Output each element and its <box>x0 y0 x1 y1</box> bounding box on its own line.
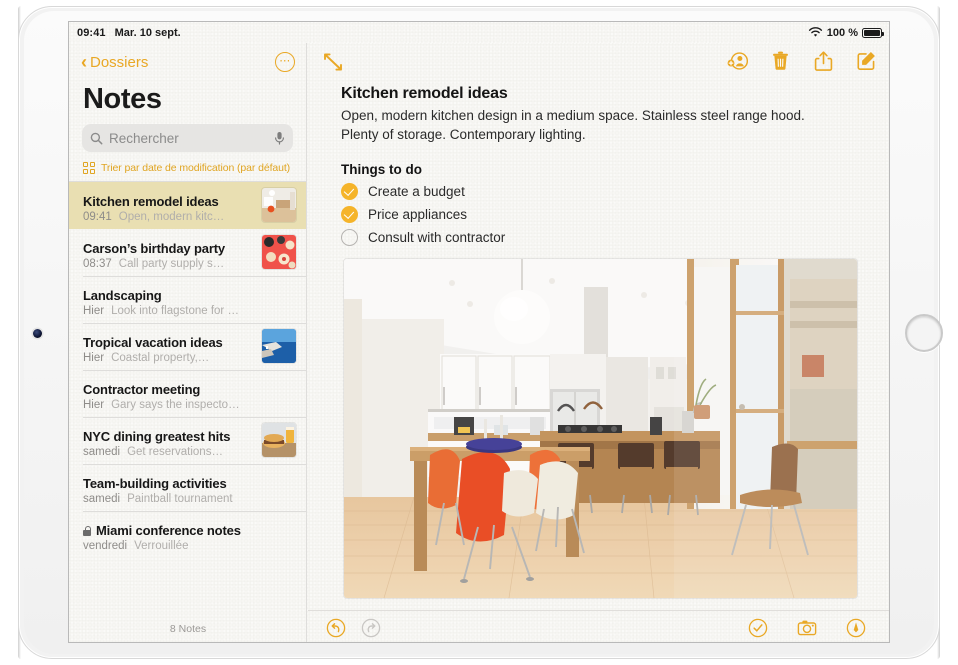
bottom-toolbar <box>308 610 889 642</box>
note-date: vendredi <box>83 540 128 552</box>
checkbox-checked-icon[interactable] <box>341 206 358 223</box>
note-content: Kitchen remodel ideas Open, modern kitch… <box>308 81 889 598</box>
status-bar: 09:41 Mar. 10 sept. 100 % <box>69 22 889 43</box>
camera-icon[interactable] <box>797 618 817 638</box>
note-preview: Call party supply s… <box>118 258 225 270</box>
battery-full-icon <box>862 27 884 38</box>
note-thumbnail <box>262 329 296 363</box>
checklist-circle-icon[interactable] <box>748 618 768 638</box>
note-date: Hier <box>83 305 105 317</box>
note-title: NYC dining greatest hits <box>83 429 231 444</box>
sort-label: Trier par date de modification (par défa… <box>101 162 291 174</box>
note-date: Hier <box>83 399 105 411</box>
sidebar: ‹ Dossiers ⋯ Notes Rechercher Trier par … <box>69 43 307 642</box>
home-button[interactable] <box>905 314 943 352</box>
checklist-item[interactable]: Price appliances <box>341 206 861 223</box>
share-icon[interactable] <box>813 50 834 72</box>
note-preview: Gary says the inspector will… <box>111 399 241 411</box>
add-person-icon[interactable] <box>727 50 748 72</box>
checklist-label: Consult with contractor <box>368 230 506 245</box>
note-paragraph: Open, modern kitchen design in a medium … <box>341 108 805 142</box>
grid-icon <box>83 162 95 174</box>
note-title: Carson’s birthday party <box>83 241 225 256</box>
note-title: Miami conference notes <box>96 523 241 538</box>
list-item[interactable]: Landscaping Hier Look into flagstone for… <box>69 276 306 323</box>
back-to-folders-button[interactable]: ‹ Dossiers <box>81 53 148 71</box>
search-input[interactable]: Rechercher <box>82 124 293 152</box>
redo-icon <box>361 618 381 637</box>
status-date: Mar. 10 sept. <box>114 26 181 39</box>
expand-diagonal-icon[interactable] <box>322 51 344 73</box>
search-container: Rechercher <box>69 124 306 160</box>
note-heading: Kitchen remodel ideas <box>341 85 508 102</box>
note-preview: Coastal property,… <box>111 352 210 364</box>
note-preview: Get reservations… <box>127 446 223 458</box>
checkbox-unchecked-icon[interactable] <box>341 229 358 246</box>
note-title: Tropical vacation ideas <box>83 335 223 350</box>
chevron-left-icon: ‹ <box>81 52 87 72</box>
wifi-icon <box>808 27 822 37</box>
status-time: 09:41 <box>77 26 106 39</box>
list-item[interactable]: Carson’s birthday party 08:37 Call party… <box>69 229 306 276</box>
page-title: Notes <box>83 83 162 115</box>
battery-percent: 100 % <box>826 26 858 39</box>
note-thumbnail <box>262 235 296 269</box>
note-date: 08:37 <box>83 258 112 270</box>
list-item[interactable]: NYC dining greatest hits samedi Get rese… <box>69 417 306 464</box>
back-label: Dossiers <box>90 53 149 71</box>
note-date: samedi <box>83 493 121 505</box>
front-camera-icon <box>33 329 42 338</box>
note-preview: Paintball tournament <box>127 493 233 505</box>
search-placeholder: Rechercher <box>109 130 179 146</box>
screen: 09:41 Mar. 10 sept. 100 % ‹ Dossiers ⋯ N… <box>68 21 890 643</box>
note-thumbnail <box>262 188 296 222</box>
list-item[interactable]: Tropical vacation ideas Hier Coastal pro… <box>69 323 306 370</box>
note-preview: Open, modern kitc… <box>118 211 225 223</box>
checkbox-checked-icon[interactable] <box>341 183 358 200</box>
note-list[interactable]: Kitchen remodel ideas 09:41 Open, modern… <box>69 182 306 568</box>
note-preview: Look into flagstone for ba… <box>111 305 242 317</box>
checklist-heading: Things to do <box>341 162 422 177</box>
compose-icon[interactable] <box>856 50 877 72</box>
markup-pen-icon[interactable] <box>846 618 866 638</box>
checklist-label: Create a budget <box>368 184 465 199</box>
microphone-icon[interactable] <box>274 131 285 145</box>
note-date: Hier <box>83 352 105 364</box>
note-date: samedi <box>83 446 121 458</box>
note-title: Kitchen remodel ideas <box>83 194 219 209</box>
list-item[interactable]: Kitchen remodel ideas 09:41 Open, modern… <box>69 182 306 229</box>
note-count: 8 Notes <box>169 623 207 635</box>
sort-bar[interactable]: Trier par date de modification (par défa… <box>69 160 306 182</box>
note-title: Landscaping <box>83 288 162 303</box>
ipad-device: 09:41 Mar. 10 sept. 100 % ‹ Dossiers ⋯ N… <box>0 0 958 665</box>
note-thumbnail <box>262 423 296 457</box>
list-item[interactable]: Contractor meeting Hier Gary says the in… <box>69 370 306 417</box>
note-photo[interactable] <box>344 259 857 598</box>
note-detail: Kitchen remodel ideas Open, modern kitch… <box>308 43 889 642</box>
checklist-item[interactable]: Create a budget <box>341 183 861 200</box>
note-title: Team-building activities <box>83 476 227 491</box>
sidebar-nav: ‹ Dossiers ⋯ <box>69 43 306 81</box>
lock-icon <box>83 525 92 536</box>
note-title: Contractor meeting <box>83 382 201 397</box>
search-icon <box>90 132 103 144</box>
note-preview: Verrouillée <box>134 540 189 552</box>
trash-icon[interactable] <box>770 50 791 72</box>
checklist-item[interactable]: Consult with contractor <box>341 229 861 246</box>
checklist-label: Price appliances <box>368 207 468 222</box>
ellipsis-circle-icon[interactable]: ⋯ <box>275 52 295 72</box>
list-item[interactable]: Team-building activities samedi Paintbal… <box>69 464 306 511</box>
undo-icon[interactable] <box>326 618 346 638</box>
list-item[interactable]: Miami conference notes vendredi Verrouil… <box>69 511 306 558</box>
note-date: 09:41 <box>83 211 112 223</box>
detail-toolbar <box>308 43 889 81</box>
